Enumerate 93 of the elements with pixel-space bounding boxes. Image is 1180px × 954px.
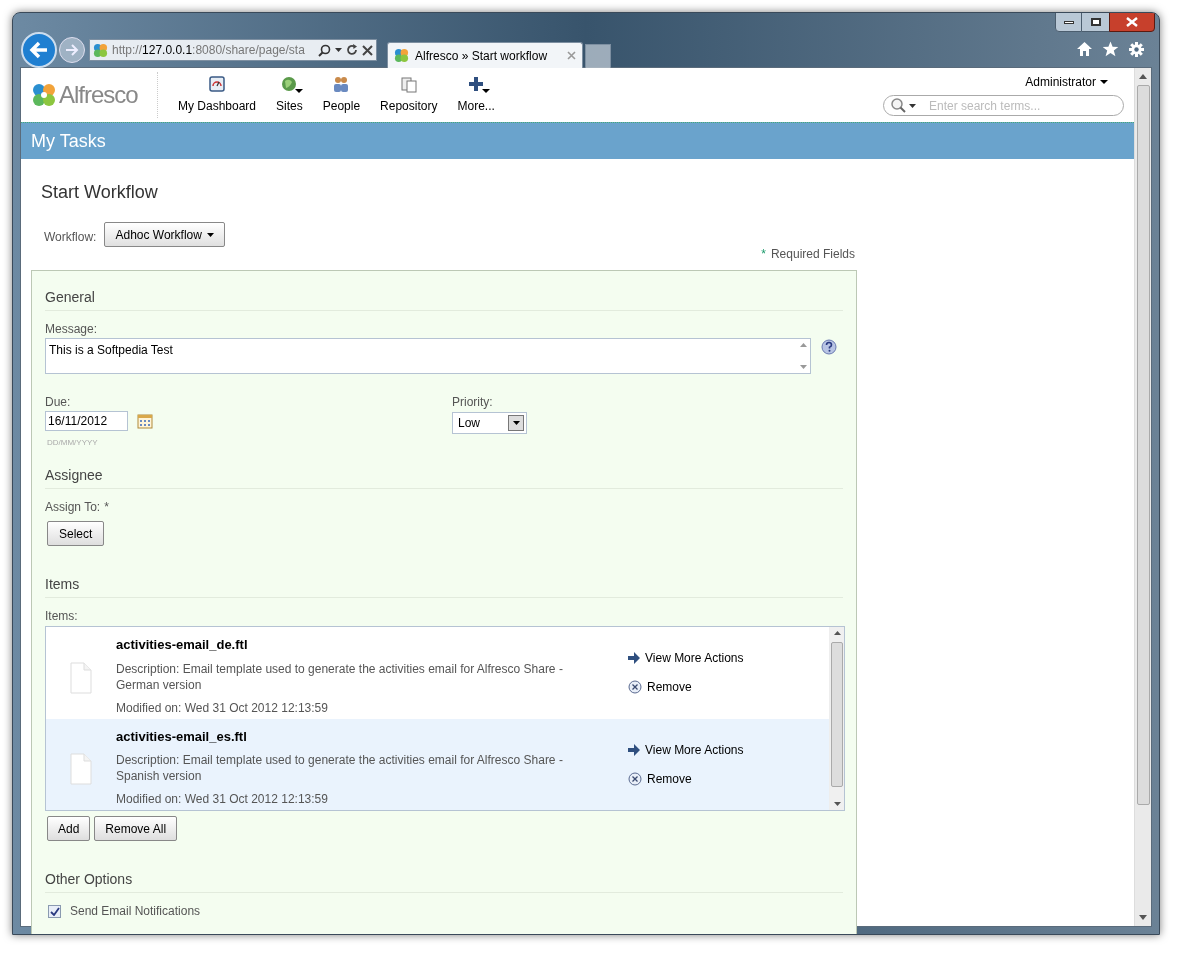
nav-item[interactable]: Repository [370, 75, 448, 115]
view-more-actions-link[interactable]: View More Actions [628, 649, 744, 667]
gauge-icon [208, 75, 226, 93]
caret-icon[interactable] [335, 48, 342, 52]
required-mark: * [104, 499, 109, 516]
field-label: Priority: [452, 394, 493, 411]
close-button[interactable] [1109, 13, 1155, 32]
checkbox[interactable] [48, 904, 61, 918]
plus-icon [467, 75, 486, 93]
date-format-hint: DD/MM/YYYY [46, 437, 98, 449]
message-field[interactable]: This is a Softpedia Test [45, 338, 811, 374]
scroll-down-icon[interactable] [833, 802, 841, 806]
field-label: Items: [45, 608, 78, 625]
item-modified: Modified on: Wed 31 Oct 2012 12:13:59 [116, 791, 328, 808]
page-banner-title: My Tasks [31, 129, 106, 153]
remove-all-button[interactable]: Remove All [94, 816, 178, 841]
address-bar[interactable]: http://127.0.0.1:8080/share/page/sta [89, 39, 377, 61]
site-icon [93, 42, 108, 58]
address-text: http://127.0.0.1:8080/share/page/sta [112, 42, 306, 59]
back-button[interactable] [21, 32, 57, 68]
field-label: Message: [45, 321, 98, 338]
date-field[interactable]: 16/11/2012 [45, 411, 128, 431]
forward-arrow-icon [65, 44, 79, 56]
document-icon [70, 661, 92, 694]
scroll-down-icon[interactable] [1139, 915, 1147, 920]
nav-item[interactable]: More... [447, 75, 505, 115]
globe-icon [280, 75, 299, 93]
section-heading: Other Options [45, 871, 133, 887]
scrollbar[interactable] [829, 627, 844, 810]
logo-icon [31, 82, 57, 108]
scroll-down-icon[interactable] [799, 365, 807, 369]
file-name: activities-email_es.ftl [116, 727, 247, 746]
scrollbar[interactable] [1134, 68, 1151, 926]
select-button[interactable]: Select [47, 521, 105, 546]
remove-icon [628, 771, 642, 786]
required-mark: * [761, 246, 766, 263]
scroll-up-icon[interactable] [1139, 74, 1147, 79]
calendar-icon[interactable] [137, 413, 153, 429]
remove-icon [628, 680, 642, 694]
refresh-icon[interactable] [346, 44, 358, 56]
settings-icon[interactable] [1128, 41, 1145, 58]
logo-text: Alfresco [59, 80, 138, 110]
back-arrow-icon [29, 41, 49, 59]
remove-link[interactable]: Remove [628, 678, 744, 696]
minimize-button[interactable] [1055, 13, 1082, 32]
browser-tab[interactable]: Alfresco » Start workflow [387, 42, 583, 68]
section-heading: Assignee [45, 467, 103, 483]
item-modified: Modified on: Wed 31 Oct 2012 12:13:59 [116, 699, 328, 717]
file-name: activities-email_de.ftl [116, 636, 248, 654]
forward-button[interactable] [59, 37, 85, 63]
document-icon [70, 753, 92, 786]
tab-title: Alfresco » Start workflow [415, 47, 549, 65]
page-title: Start Workflow [40, 181, 159, 204]
item-description: Description: Email template used to generate the activities email for Alfresco Share - Spanish version [116, 752, 564, 784]
scroll-up-icon[interactable] [799, 343, 807, 347]
site-icon [394, 48, 409, 63]
remove-link[interactable]: Remove [628, 769, 744, 788]
priority-select[interactable]: Low [452, 412, 527, 434]
search-field[interactable]: Enter search terms... [929, 96, 1117, 115]
caret-icon [1100, 80, 1108, 84]
close-icon [1126, 17, 1138, 27]
field-label: Workflow: [44, 228, 97, 246]
caret-icon[interactable] [909, 103, 916, 108]
documents-icon [399, 75, 418, 93]
stop-icon[interactable] [362, 44, 373, 56]
add-button[interactable]: Add [47, 816, 91, 841]
nav-item[interactable]: Sites [266, 75, 313, 115]
workflow-dropdown[interactable]: Adhoc Workflow [104, 222, 225, 247]
field-label: Assign To: [45, 499, 101, 516]
arrow-icon [628, 743, 640, 756]
section-heading: Items [45, 576, 80, 592]
maximize-button[interactable] [1082, 13, 1109, 32]
caret-icon [206, 232, 214, 237]
nav-item[interactable]: My Dashboard [168, 75, 267, 115]
home-icon[interactable] [1076, 41, 1093, 57]
required-note: Required Fields [770, 246, 855, 263]
search-icon[interactable] [318, 43, 331, 57]
section-heading: General [45, 289, 95, 305]
arrow-icon [628, 652, 640, 664]
view-more-actions-link[interactable]: View More Actions [628, 740, 744, 759]
caret-icon[interactable] [512, 421, 520, 425]
item-row[interactable]: activities-email_es.ftl Description: Email template used to generate the activities email for Alfresco Share - Spanish version Modified on: Wed 31 Oct 2012 12:13:59 View More Actions Remove [46, 718, 829, 810]
star-icon[interactable] [1102, 41, 1119, 57]
field-label: Due: [45, 394, 71, 411]
scroll-up-icon[interactable] [833, 631, 841, 635]
check-icon [49, 906, 60, 916]
user-menu[interactable]: Administrator [1025, 73, 1108, 91]
close-icon[interactable] [567, 51, 576, 60]
nav-item[interactable]: People [312, 75, 371, 115]
item-description: Description: Email template used to generate the activities email for Alfresco Share - German version [116, 660, 564, 693]
checkbox-label: Send Email Notifications [70, 903, 201, 920]
people-icon [332, 75, 351, 93]
help-icon[interactable] [821, 339, 837, 355]
